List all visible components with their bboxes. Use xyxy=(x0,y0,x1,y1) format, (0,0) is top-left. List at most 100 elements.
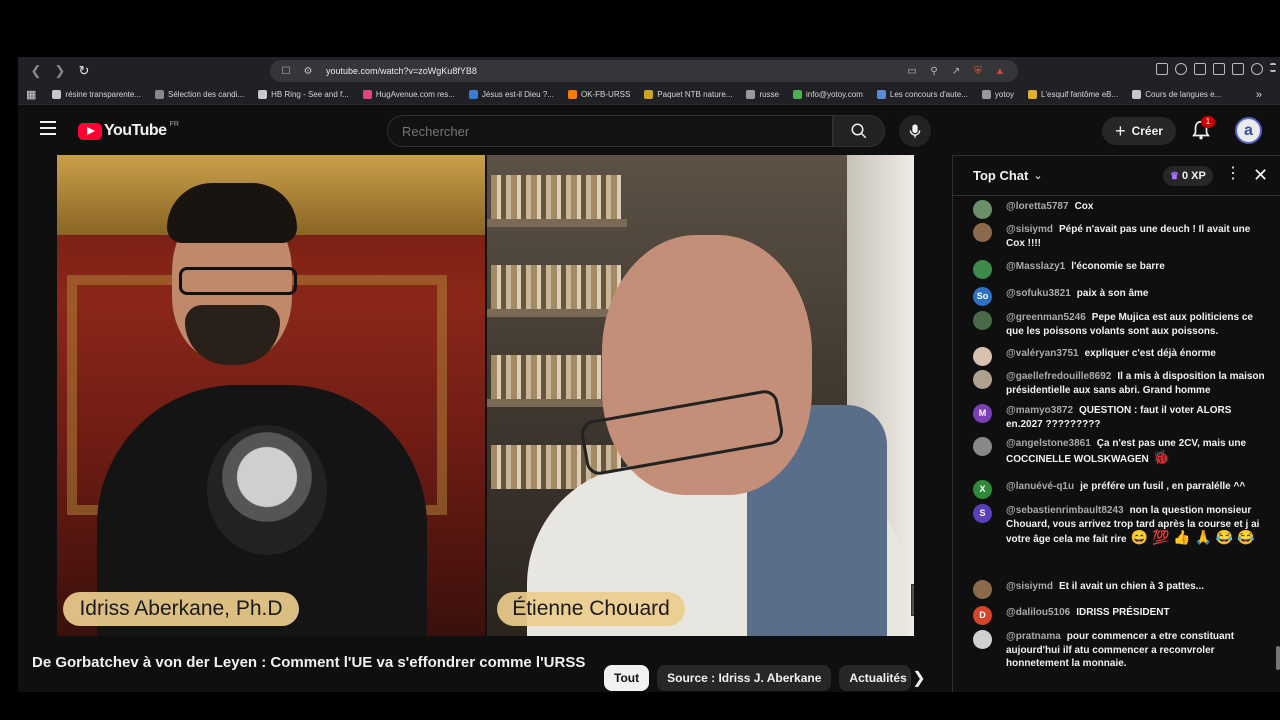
bookmark-item[interactable]: HB Ring - See and f... xyxy=(258,90,349,99)
search-box[interactable] xyxy=(387,115,833,147)
chat-message[interactable]: @gaellefredouille8692 Il a mis à disposit… xyxy=(973,370,1269,397)
bookmark-label: yotoy xyxy=(994,90,1015,99)
chat-message[interactable]: M @mamyo3872 QUESTION : faut il voter ALOR… xyxy=(973,404,1269,431)
bookmark-item[interactable]: yotoy xyxy=(981,90,1015,99)
video-player[interactable]: Idriss Aberkane, Ph.D Étienne Chouard xyxy=(57,155,914,636)
chat-avatar[interactable] xyxy=(973,370,992,389)
bookmark-icon[interactable]: ☐ xyxy=(278,63,294,79)
chat-message[interactable]: @pratnama pour commencer a etre constitua… xyxy=(973,630,1269,671)
chat-message[interactable]: @greenman5246 Pepe Mujica est aux politic… xyxy=(973,311,1269,338)
extensions-area xyxy=(1156,63,1276,75)
chat-author[interactable]: @pratnama xyxy=(1006,631,1061,642)
zoom-icon[interactable]: ⚲ xyxy=(926,63,942,79)
wallet-icon[interactable] xyxy=(1213,63,1225,75)
chat-avatar[interactable]: M xyxy=(973,404,992,423)
close-icon[interactable]: ✕ xyxy=(1253,165,1268,186)
chat-author[interactable]: @greenman5246 xyxy=(1006,312,1086,323)
chat-author[interactable]: @sebastienrimbault8243 xyxy=(1006,505,1124,516)
more-options-icon[interactable]: ⋮ xyxy=(1225,166,1241,182)
chat-author[interactable]: @lanuévé-q1u xyxy=(1006,481,1074,492)
puzzle-icon[interactable] xyxy=(1232,63,1244,75)
chat-message[interactable]: @Masslazy1 l'économie se barre xyxy=(973,260,1269,279)
back-icon[interactable]: ❮ xyxy=(26,61,46,81)
chat-avatar[interactable] xyxy=(973,223,992,242)
create-button[interactable]: + Créer xyxy=(1102,117,1176,145)
chat-avatar[interactable]: X xyxy=(973,480,992,499)
bookmark-item[interactable]: HugAvenue.com res... xyxy=(362,90,455,99)
share-icon[interactable]: ↗ xyxy=(948,63,964,79)
chip-news[interactable]: Actualités in xyxy=(839,665,912,691)
bookmark-item[interactable]: Les concours d'aute... xyxy=(876,90,968,99)
chat-avatar[interactable]: So xyxy=(973,287,992,306)
chat-message[interactable]: @angelstone3861 Ça n'est pas une 2CV, mai… xyxy=(973,437,1269,466)
reload-icon[interactable]: ↻ xyxy=(74,61,94,81)
chat-author[interactable]: @gaellefredouille8692 xyxy=(1006,371,1111,382)
chat-avatar[interactable] xyxy=(973,437,992,456)
bookmark-item[interactable]: Jésus est-il Dieu ?... xyxy=(468,90,554,99)
chat-mode-title[interactable]: Top Chat xyxy=(973,168,1028,183)
chat-avatar[interactable] xyxy=(973,630,992,649)
bookmark-item[interactable]: Sélection des candi... xyxy=(155,90,244,99)
search-button[interactable] xyxy=(833,115,885,147)
chat-avatar[interactable] xyxy=(973,311,992,330)
apps-icon[interactable]: ▦ xyxy=(26,88,36,101)
menu-icon[interactable] xyxy=(40,121,56,135)
brave-shield-icon[interactable]: ⛨ xyxy=(970,63,986,79)
menu-icon[interactable] xyxy=(1270,63,1276,72)
chat-author[interactable]: @mamyo3872 xyxy=(1006,405,1073,416)
chat-author[interactable]: @loretta5787 xyxy=(1006,201,1069,212)
chat-scrollbar[interactable] xyxy=(1276,646,1280,670)
bookmark-item[interactable]: L'esquif fantôme eB... xyxy=(1028,90,1118,99)
bookmark-item[interactable]: OK-FB-URSS xyxy=(567,90,630,99)
bookmark-item[interactable]: info@yotoy.com xyxy=(793,90,863,99)
chat-avatar[interactable] xyxy=(973,580,992,599)
chat-message[interactable]: @sisiymd Pépé n'avait pas une deuch ! Il … xyxy=(973,223,1269,250)
bookmark-item[interactable]: Cours de langues e... xyxy=(1132,90,1221,99)
bookmark-item[interactable]: résine transparente... xyxy=(52,90,141,99)
chat-author[interactable]: @sisiymd xyxy=(1006,581,1053,592)
chat-avatar[interactable] xyxy=(973,260,992,279)
music-icon[interactable] xyxy=(1175,63,1187,75)
participant-thumbnail[interactable] xyxy=(911,584,914,616)
xp-badge[interactable]: ♛ 0 XP xyxy=(1163,166,1213,186)
chat-avatar[interactable] xyxy=(973,200,992,219)
chip-all[interactable]: Tout xyxy=(604,665,650,691)
search-input[interactable] xyxy=(388,116,808,146)
rewards-icon[interactable]: ▲ xyxy=(992,63,1008,79)
chat-author[interactable]: @sisiymd xyxy=(1006,224,1053,235)
chat-message[interactable]: X @lanuévé-q1u je préfére un fusil , en pa… xyxy=(973,480,1269,499)
chat-author[interactable]: @valéryan3751 xyxy=(1006,348,1079,359)
chat-message[interactable]: @sisiymd Et il avait un chien à 3 pattes.… xyxy=(973,580,1269,599)
extension-icon[interactable] xyxy=(1156,63,1168,75)
chat-avatar[interactable]: D xyxy=(973,606,992,625)
left-speaker-frame: Idriss Aberkane, Ph.D xyxy=(57,155,485,636)
chat-message[interactable]: S @sebastienrimbault8243 non la question m… xyxy=(973,504,1269,547)
sidebar-icon[interactable] xyxy=(1194,63,1206,75)
more-bookmarks-icon[interactable]: » xyxy=(1256,89,1262,101)
chat-message[interactable]: @loretta5787 Cox xyxy=(973,200,1269,219)
chevron-down-icon[interactable]: ⌄ xyxy=(1033,169,1042,182)
cast-icon[interactable]: ▭ xyxy=(904,63,920,79)
youtube-logo[interactable]: YouTube FR xyxy=(78,121,179,140)
bookmark-favicon-icon xyxy=(362,90,372,99)
chat-avatar[interactable]: S xyxy=(973,504,992,523)
site-info-icon[interactable]: ⚙ xyxy=(300,63,316,79)
forward-icon[interactable]: ❯ xyxy=(50,61,70,81)
chat-message[interactable]: @valéryan3751 expliquer c'est déjà énorme xyxy=(973,347,1269,366)
account-avatar[interactable]: a xyxy=(1235,117,1262,144)
chat-author[interactable]: @Masslazy1 xyxy=(1006,261,1065,272)
chat-message[interactable]: D @dalilou5106 IDRISS PRÉSIDENT xyxy=(973,606,1269,625)
vpn-icon[interactable] xyxy=(1251,63,1263,75)
chip-source[interactable]: Source : Idriss J. Aberkane xyxy=(657,665,832,691)
chat-avatar[interactable] xyxy=(973,347,992,366)
voice-search-button[interactable] xyxy=(899,115,931,147)
address-bar[interactable]: ☐ ⚙ youtube.com/watch?v=zoWgKu8fYB8 ▭ ⚲ … xyxy=(270,60,1018,82)
chat-author[interactable]: @angelstone3861 xyxy=(1006,438,1091,449)
chat-author[interactable]: @dalilou5106 xyxy=(1006,607,1070,618)
bookmark-item[interactable]: Paquet NTB nature... xyxy=(644,90,732,99)
chevron-right-icon[interactable]: ❯ xyxy=(908,667,930,689)
url-text[interactable]: youtube.com/watch?v=zoWgKu8fYB8 xyxy=(326,66,477,76)
bookmark-item[interactable]: russe xyxy=(746,90,779,99)
chat-author[interactable]: @sofuku3821 xyxy=(1006,288,1071,299)
chat-message[interactable]: So @sofuku3821 paix à son âme xyxy=(973,287,1269,306)
